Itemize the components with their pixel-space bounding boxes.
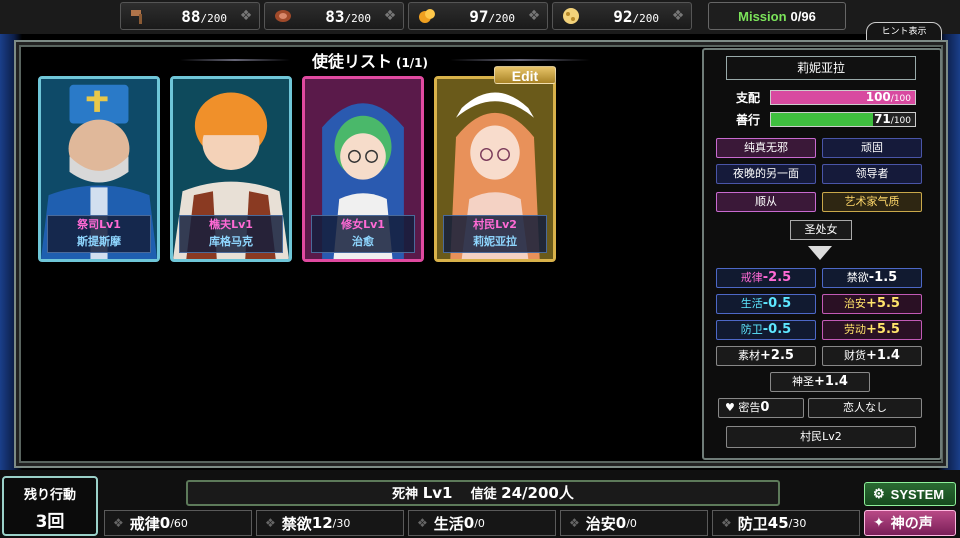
modifier-abstinence: 禁欲-1.5 [822,268,922,288]
god-voice-button[interactable]: ✦ 神の声 [864,510,956,536]
ornament-icon: ❖ [383,8,397,24]
ornament-icon: ❖ [527,8,541,24]
card-label: 修女Lv1 治愈 [311,215,415,253]
trait-innocent[interactable]: 纯真无邪 [716,138,816,158]
ornament-icon: ❖ [671,8,685,24]
resource-cheese: 92/200 ❖ [552,2,692,30]
god-status-bar: 死神 Lv1 信徒 24/200人 [186,480,780,506]
ornament-icon: ❖ [569,516,580,530]
apostle-card-woodcutter[interactable]: 樵夫Lv1 库格马克 [170,76,292,262]
hammer-icon [127,5,151,27]
rank-label: 村民Lv2 [726,426,916,448]
mission-counter[interactable]: Mission 0/96 [708,2,846,30]
stat-living: ❖ 生活 0/0 [408,510,556,536]
stat-discipline: ❖ 戒律 0/60 [104,510,252,536]
secret-report[interactable]: ♥ 密告0 [718,398,804,418]
trait-stubborn[interactable]: 顽固 [822,138,922,158]
card-label: 祭司Lv1 斯提斯摩 [47,215,151,253]
ornament-icon: ❖ [417,516,428,530]
modifier-living: 生活-0.5 [716,294,816,314]
cheese-icon [559,5,583,27]
meat-icon [271,5,295,27]
sparkle-icon: ✦ [873,515,885,531]
apostle-card-priest[interactable]: 祭司Lv1 斯提斯摩 [38,76,160,262]
card-label: 村民Lv2 莉妮亚拉 [443,215,547,253]
resource-hammer: 88/200 ❖ [120,2,260,30]
good-deed-bar: 善行 71/100 [736,110,916,128]
ornament-icon: ❖ [239,8,253,24]
modifier-materials: 素材+2.5 [716,346,816,366]
trait-leader[interactable]: 领导者 [822,164,922,184]
modifier-goods: 财货+1.4 [822,346,922,366]
system-button[interactable]: ⚙ SYSTEM [864,482,956,506]
resource-coins: 97/200 ❖ [408,2,548,30]
card-label: 樵夫Lv1 库格马克 [179,215,283,253]
modifier-labor: 劳动+5.5 [822,320,922,340]
ornament-icon: ❖ [265,516,276,530]
trait-obedient[interactable]: 顺从 [716,192,816,212]
remaining-actions: 残り行動 3回 [2,476,98,536]
trait-night-side[interactable]: 夜晚的另一面 [716,164,816,184]
modifier-holy: 神圣+1.4 [770,372,870,392]
coins-icon [415,5,439,27]
ornament-icon: ❖ [113,516,124,530]
gear-icon: ⚙ [873,486,885,501]
stat-abstinence: ❖ 禁欲 12/30 [256,510,404,536]
modifier-discipline: 戒律-2.5 [716,268,816,288]
stat-security: ❖ 治安 0/0 [560,510,708,536]
ornament-icon: ❖ [721,516,732,530]
domination-bar: 支配 100/100 [736,88,916,106]
hint-button[interactable]: ヒント表示 [866,22,942,42]
modifier-security: 治安+5.5 [822,294,922,314]
down-arrow-icon [808,246,832,260]
edit-button[interactable]: Edit [494,66,556,84]
trait-artist[interactable]: 艺术家气质 [822,192,922,212]
lover-status: 恋人なし [808,398,922,418]
saint-badge[interactable]: 圣处女 [790,220,852,240]
stat-defense: ❖ 防卫 45/30 [712,510,860,536]
apostle-card-nun[interactable]: 修女Lv1 治愈 [302,76,424,262]
character-name: 莉妮亚拉 [726,56,916,80]
modifier-defense: 防卫-0.5 [716,320,816,340]
apostle-card-villager[interactable]: 村民Lv2 莉妮亚拉 [434,76,556,262]
heart-icon: ♥ [725,401,735,414]
resource-meat: 83/200 ❖ [264,2,404,30]
